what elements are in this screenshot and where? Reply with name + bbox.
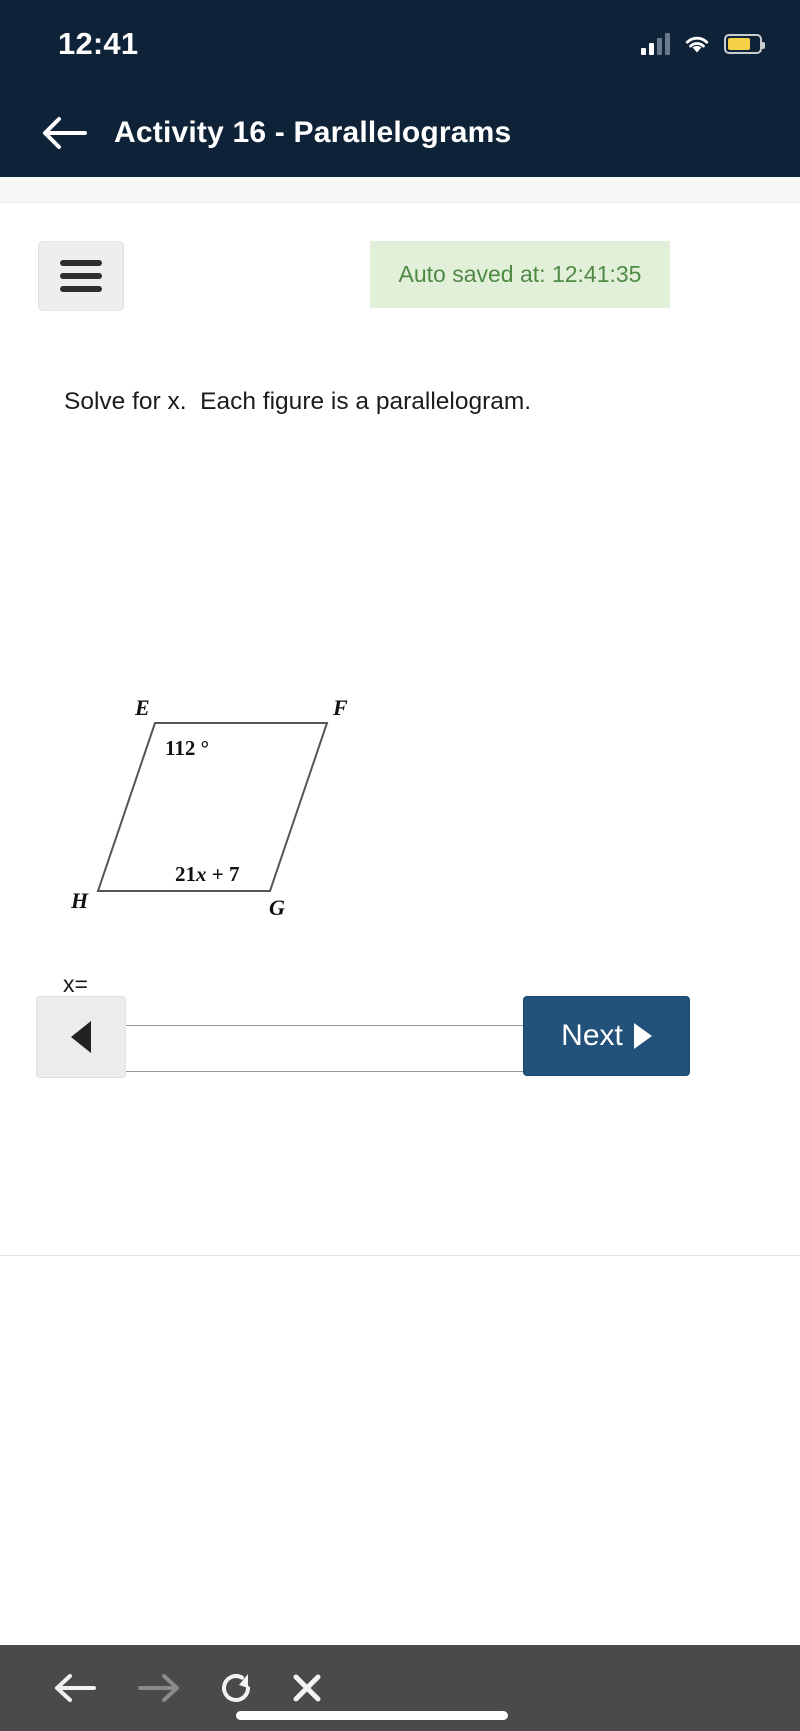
browser-back-button[interactable] [50,1670,100,1706]
arrow-left-icon [43,116,87,149]
home-indicator-bar [236,1711,508,1720]
arrow-left-icon [55,1674,96,1702]
autosave-status-badge: Auto saved at: 12:41:35 [370,241,670,308]
browser-reload-button[interactable] [216,1668,258,1708]
next-question-button[interactable]: Next [523,996,690,1076]
hamburger-menu-button[interactable] [38,241,124,311]
wifi-icon [685,36,709,53]
status-bar-icons [641,33,770,55]
reload-icon [222,1674,250,1702]
side-length-label: 21x + 7 [175,862,239,886]
parallelogram-figure: E F G H 112 ° 21x + 7 [55,683,385,923]
header-back-button[interactable] [30,113,100,153]
next-button-label: Next [561,1019,623,1052]
close-x-icon [293,1674,321,1702]
activity-toolbar: Auto saved at: 12:41:35 [0,241,800,311]
previous-question-button[interactable] [36,996,126,1078]
vertex-label-G: G [269,895,285,920]
angle-label: 112 ° [165,736,209,760]
battery-fill [728,38,750,50]
phone-status-bar: 12:41 [0,0,800,88]
activity-card: Auto saved at: 12:41:35 Solve for x. Eac… [0,203,800,1256]
answer-field-label: x= [63,971,88,997]
browser-forward-button[interactable] [134,1670,184,1706]
vertex-label-E: E [134,695,150,720]
hamburger-menu-icon-line [60,273,102,279]
signal-bars-icon [641,33,670,55]
question-prompt: Solve for x. Each figure is a parallelog… [64,388,532,415]
page-title: Activity 16 - Parallelograms [114,115,512,149]
app-header-bar: Activity 16 - Parallelograms [0,88,800,177]
hamburger-menu-icon-line [60,286,102,292]
vertex-label-F: F [332,695,348,720]
battery-icon [724,34,765,54]
arrow-right-icon [138,1674,179,1702]
triangle-left-icon [71,1021,91,1053]
hamburger-menu-icon-line [60,260,102,266]
header-sub-strip [0,177,800,203]
triangle-right-icon [633,1023,652,1049]
status-bar-clock: 12:41 [58,26,139,61]
vertex-label-H: H [70,888,89,913]
autosave-status-text: Auto saved at: 12:41:35 [398,261,642,287]
browser-stop-button[interactable] [288,1669,326,1707]
